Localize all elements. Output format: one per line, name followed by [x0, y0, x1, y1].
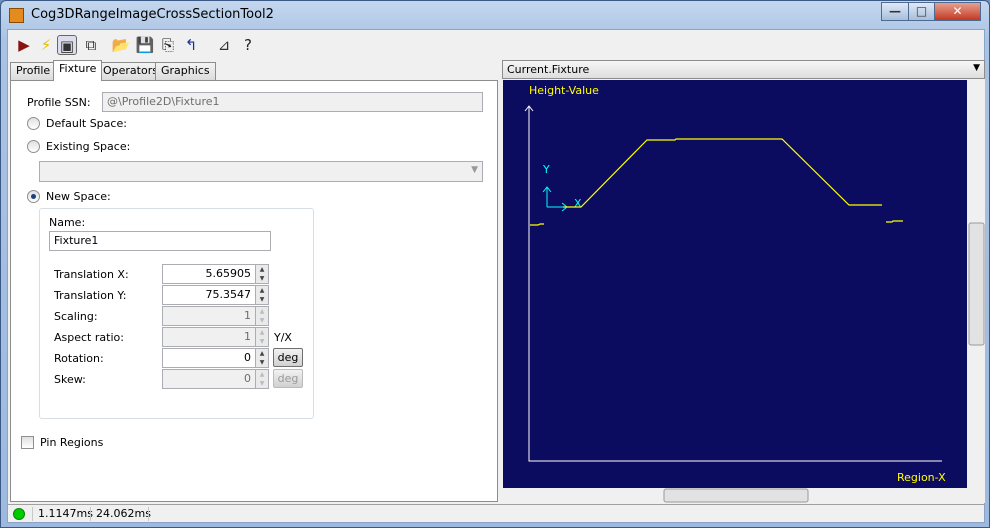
scaling-spinner[interactable]: ▲ ▼ [255, 306, 269, 326]
display-panel: Current.Fixture ▼ Height-Value Region-X Y… [502, 60, 985, 503]
save-as-icon[interactable]: ⎘ [158, 35, 178, 55]
existing-space-label: Existing Space: [46, 140, 131, 153]
status-time-2: 24.062ms [96, 507, 151, 520]
lightning-icon[interactable]: ⚡ [36, 35, 56, 55]
profile-ssn-field[interactable]: @\Profile2D\Fixture1 [102, 92, 483, 112]
minimize-button[interactable]: — [881, 2, 909, 21]
translation-y-field[interactable]: 75.3547 [162, 285, 256, 305]
chevron-down-icon: ▼ [471, 165, 478, 175]
default-space-label: Default Space: [46, 117, 127, 130]
horizontal-scrollbar-thumb[interactable] [663, 488, 809, 503]
save-icon[interactable]: 💾 [135, 35, 155, 55]
tab-fixture[interactable]: Fixture [53, 60, 103, 81]
default-space-radio[interactable] [27, 117, 40, 130]
skew-spinner[interactable]: ▲ ▼ [255, 369, 269, 389]
translation-y-spinner[interactable]: ▲ ▼ [255, 285, 269, 305]
divider [148, 507, 149, 521]
status-indicator-icon [13, 508, 25, 520]
window-title: Cog3DRangeImageCrossSectionTool2 [31, 7, 274, 22]
app-icon [9, 8, 24, 23]
x-axis-label: Region-X [897, 471, 946, 484]
profile-display[interactable]: Height-Value Region-X Y X [503, 80, 985, 503]
translation-x-spinner[interactable]: ▲ ▼ [255, 264, 269, 284]
tab-profile[interactable]: Profile [10, 62, 57, 80]
y-axis-label: Height-Value [529, 84, 599, 97]
new-space-radio[interactable] [27, 190, 40, 203]
divider [90, 507, 91, 521]
name-field[interactable]: Fixture1 [49, 231, 271, 251]
display-selector-dropdown[interactable]: Current.Fixture ▼ [502, 60, 985, 79]
pin-regions-checkbox[interactable] [21, 436, 34, 449]
tab-operators[interactable]: Operators [97, 62, 164, 80]
scaling-field[interactable]: 1 [162, 306, 256, 326]
fixture-x-label: X [574, 197, 582, 210]
fixture-y-label: Y [542, 163, 550, 176]
rotation-unit-button[interactable]: deg [273, 348, 303, 367]
run-icon[interactable]: ▶ [14, 35, 34, 55]
skew-field[interactable]: 0 [162, 369, 256, 389]
aspect-unit-label: Y/X [274, 331, 292, 344]
aspect-ratio-spinner[interactable]: ▲ ▼ [255, 327, 269, 347]
maximize-button[interactable]: □ [908, 2, 935, 21]
translation-x-field[interactable]: 5.65905 [162, 264, 256, 284]
aspect-ratio-field[interactable]: 1 [162, 327, 256, 347]
existing-space-dropdown[interactable]: ▼ [39, 161, 483, 182]
skew-label: Skew: [54, 373, 86, 386]
display-background [503, 80, 967, 488]
translation-y-label: Translation Y: [54, 289, 127, 302]
pin-regions-label: Pin Regions [40, 436, 104, 449]
show-panel-icon[interactable]: ▣ [57, 35, 77, 55]
help-icon[interactable]: ? [238, 35, 258, 55]
skew-unit-button[interactable]: deg [273, 369, 303, 388]
aspect-ratio-label: Aspect ratio: [54, 331, 124, 344]
translation-x-label: Translation X: [54, 268, 129, 281]
existing-space-radio[interactable] [27, 140, 40, 153]
close-button[interactable]: ✕ [934, 2, 981, 21]
status-bar: 1.1147ms 24.062ms [8, 504, 984, 522]
rotation-field[interactable]: 0 [162, 348, 256, 368]
tab-graphics[interactable]: Graphics [155, 62, 216, 80]
profile-ssn-label: Profile SSN: [27, 96, 91, 109]
open-icon[interactable]: 📂 [111, 35, 131, 55]
fixture-panel: Profile SSN: @\Profile2D\Fixture1 Defaul… [10, 80, 498, 502]
status-time-1: 1.1147ms [38, 507, 93, 520]
rotation-label: Rotation: [54, 352, 104, 365]
rotation-spinner[interactable]: ▲ ▼ [255, 348, 269, 368]
display-selector-value: Current.Fixture [507, 63, 590, 76]
application-window: Cog3DRangeImageCrossSectionTool2 — □ ✕ ▶… [0, 0, 990, 528]
new-space-group: Name: Fixture1 Translation X: 5.65905 ▲ ▼… [39, 208, 314, 419]
selector-icon[interactable]: ⊿ [214, 35, 234, 55]
new-space-label: New Space: [46, 190, 111, 203]
name-label: Name: [49, 216, 86, 229]
floating-panel-icon[interactable]: ⧉ [81, 35, 101, 55]
client-area: ▶ ⚡ ▣ ⧉ 📂 💾 ⎘ ↰ ⊿? Profile Fixture Operators Gra… [7, 29, 985, 523]
chevron-down-icon: ▼ [973, 63, 980, 73]
divider [32, 507, 33, 521]
scaling-label: Scaling: [54, 310, 98, 323]
reset-icon[interactable]: ↰ [181, 35, 201, 55]
vertical-scrollbar-thumb[interactable] [968, 222, 985, 346]
